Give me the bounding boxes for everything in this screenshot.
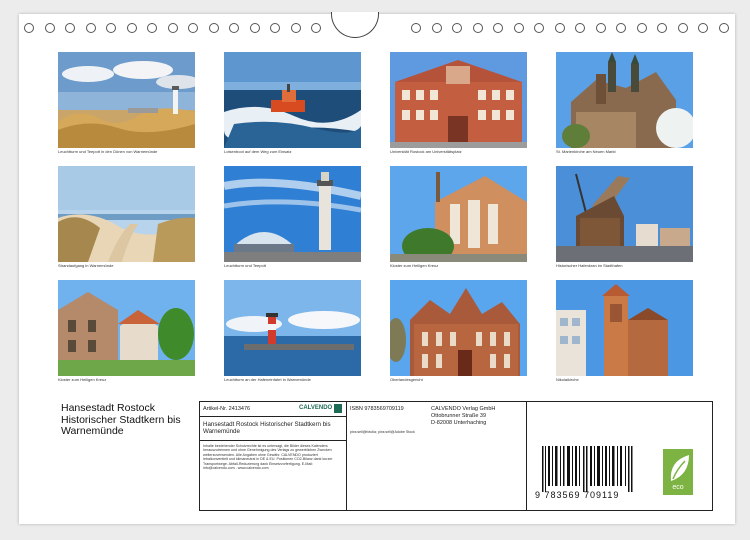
product-title: Hansestadt Rostock Historischer Stadtker…: [203, 421, 331, 435]
binding-ring: [636, 23, 647, 33]
photo-harbour-crane: [556, 166, 693, 262]
binding-ring: [249, 23, 260, 33]
photo-caption: Oberlandesgericht: [390, 377, 423, 382]
photo-lighthouse-teepott: [224, 166, 361, 262]
article-column: Artikel-Nr. 2413476 CALVENDO Hansestadt …: [200, 402, 347, 510]
photo-nikolaikirche: [556, 280, 693, 376]
binding-ring: [106, 23, 116, 33]
binding-ring: [188, 23, 198, 33]
ean-barcode: [542, 446, 633, 492]
spiral-binding: [19, 23, 735, 37]
article-number: Artikel-Nr. 2413476: [203, 406, 251, 412]
photo-kloster-courtyard: [58, 280, 195, 376]
binding-ring: [411, 23, 421, 33]
eco-badge: eco: [663, 449, 693, 495]
binding-ring: [698, 23, 708, 33]
eco-label: eco: [672, 484, 684, 491]
binding-ring: [472, 23, 483, 33]
binding-ring: [290, 23, 301, 33]
binding-ring: [229, 23, 239, 33]
photo-pilot-boat: [224, 52, 361, 148]
photo-caption: Leuchtturm und Teepott: [224, 263, 266, 268]
publisher-city: D-82008 Unterhaching: [431, 420, 487, 426]
photo-university: [390, 52, 527, 148]
photo-caption: St. Marienkirche am Neuen Markt: [556, 149, 616, 154]
photo-caption: Leuchtturm und Teepott in den Dünen von …: [58, 149, 158, 154]
brand-wordmark: CALVENDO: [299, 405, 333, 411]
article-row: Artikel-Nr. 2413476 CALVENDO: [200, 402, 346, 417]
binding-ring: [595, 23, 606, 33]
isbn-text: ISBN 9783569709119: [350, 406, 404, 412]
publisher-name: CALVENDO Verlag GmbH: [431, 406, 496, 412]
logo-mark-icon: [334, 404, 342, 413]
binding-ring: [718, 23, 729, 33]
photo-caption: Universität Rostock am Universitätsplatz: [390, 149, 462, 154]
product-title-row: Hansestadt Rostock Historischer Stadtker…: [200, 417, 346, 441]
photo-harbour-light: [224, 280, 361, 376]
binding-ring: [44, 23, 55, 33]
photo-marienkirche: [556, 52, 693, 148]
binding-ring: [575, 23, 585, 33]
photo-beach-path: [58, 166, 195, 262]
calendar-back-cover: Leuchtturm und Teepott in den Dünen von …: [19, 12, 735, 524]
binding-ring: [167, 23, 178, 33]
isbn-column: ISBN 9783569709119 pixs:sell@fotolia; pi…: [347, 402, 527, 510]
calendar-title: Hansestadt Rostock Historischer Stadtker…: [61, 402, 181, 437]
binding-ring: [311, 23, 321, 33]
binding-ring: [208, 23, 219, 33]
photo-dunes-lighthouse: [58, 52, 195, 148]
photo-caption: Strandaufgang in Warnemünde: [58, 263, 114, 268]
calvendo-logo: CALVENDO: [299, 404, 344, 415]
binding-ring: [270, 23, 280, 33]
binding-ring: [534, 23, 544, 33]
photo-caption: Nikolaikirche: [556, 377, 579, 382]
product-info-box: Artikel-Nr. 2413476 CALVENDO Hansestadt …: [199, 401, 713, 511]
binding-ring: [65, 23, 75, 33]
photo-caption: Kloster zum Heiligen Kreuz: [390, 263, 439, 268]
binding-ring: [677, 23, 688, 33]
binding-ring: [24, 23, 34, 33]
binding-ring: [616, 23, 626, 33]
leaf-icon: [670, 455, 689, 481]
binding-ring: [452, 23, 462, 33]
barcode-column: 9 783569 709119 eco: [527, 402, 713, 510]
photo-credits: pixs:sell@fotolia; pixs:sell@Adobe Stock: [350, 430, 415, 434]
legal-text: Inhalte bestehender Schutzrechte ist es …: [203, 444, 333, 471]
binding-ring: [493, 23, 503, 33]
photo-caption: Historischer Hafenkran im Stadthafen: [556, 263, 623, 268]
binding-ring: [513, 23, 524, 33]
binding-ring: [147, 23, 157, 33]
binding-ring: [431, 23, 442, 33]
binding-ring: [554, 23, 565, 33]
photo-court: [390, 280, 527, 376]
binding-ring: [657, 23, 667, 33]
photo-caption: Leuchtturm an der Hafeneinfahrt in Warne…: [224, 377, 311, 382]
photo-kloster-church: [390, 166, 527, 262]
photo-caption: Lotsenboot auf dem Weg zum Einsatz: [224, 149, 292, 154]
binding-ring: [126, 23, 137, 33]
photo-caption: Kloster zum Heiligen Kreuz: [58, 377, 107, 382]
barcode-digits: 9 783569 709119: [535, 490, 620, 500]
binding-ring: [85, 23, 96, 33]
publisher-street: Ottobrunner Straße 39: [431, 413, 487, 419]
